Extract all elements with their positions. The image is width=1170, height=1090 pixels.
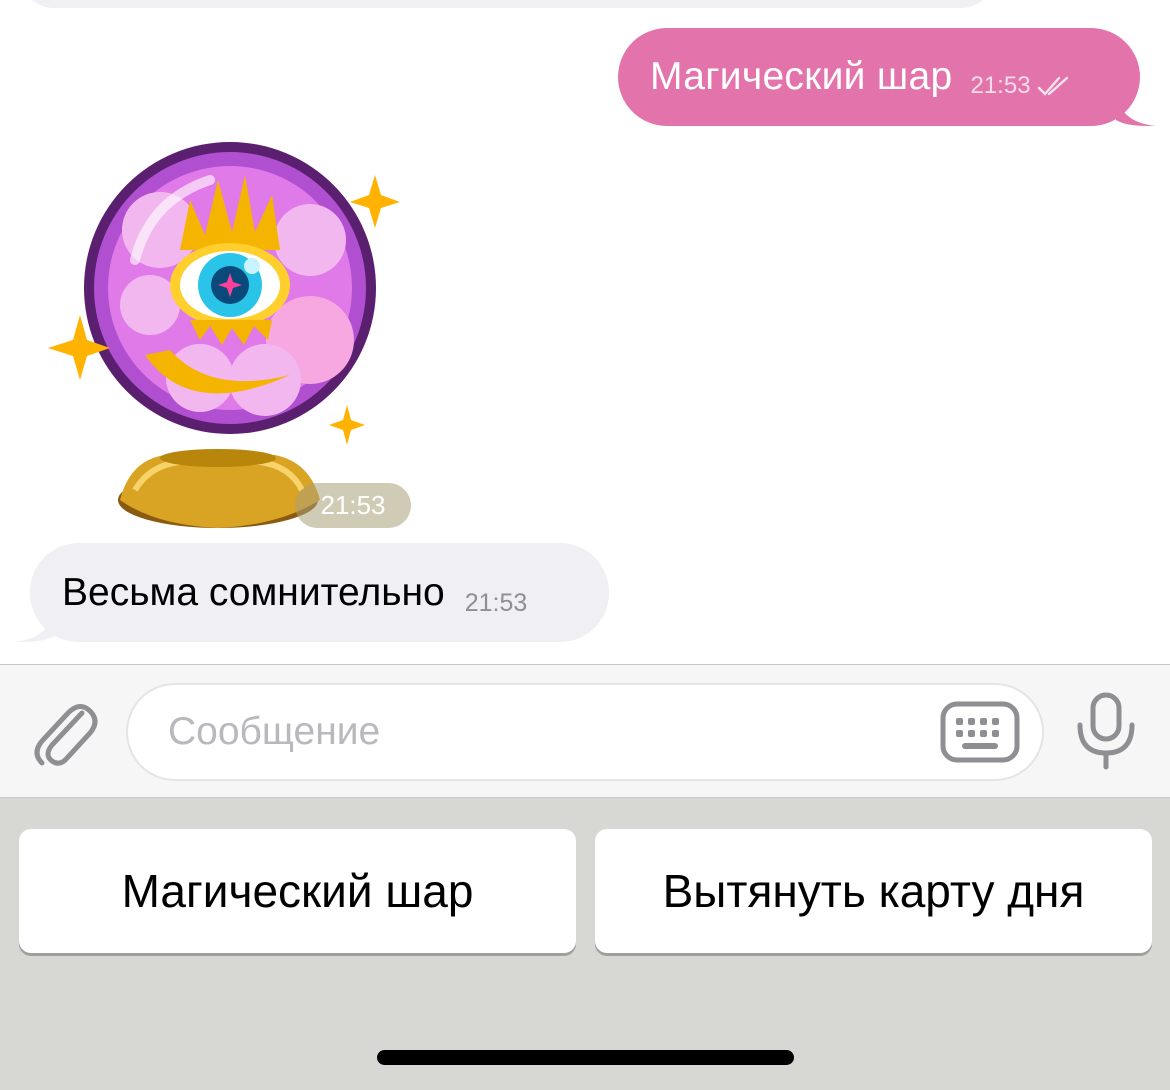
outgoing-message-time: 21:53 [970, 72, 1031, 99]
keyboard-button-magic-ball[interactable]: Магический шар [19, 829, 576, 953]
previous-message-bubble [20, 0, 995, 8]
message-composer [0, 664, 1170, 798]
read-double-check-icon [1037, 76, 1068, 96]
paperclip-icon[interactable] [30, 695, 98, 769]
incoming-message-time: 21:53 [464, 589, 528, 617]
bubble-tail [14, 612, 54, 642]
message-input-field[interactable] [126, 683, 1044, 781]
home-indicator [377, 1050, 794, 1065]
incoming-message-bubble[interactable]: Весьма сомнительно 21:53 [14, 543, 609, 642]
sticker-time: 21:53 [295, 483, 411, 528]
outgoing-message-bubble[interactable]: Магический шар 21:53 [618, 28, 1156, 126]
outgoing-message-text: Магический шар [650, 55, 953, 98]
keyboard-button-draw-card[interactable]: Вытянуть карту дня [595, 829, 1152, 953]
message-input[interactable] [166, 709, 910, 755]
chat-area: Магический шар 21:53 21:53 Весьма сомнит… [0, 0, 1170, 664]
outgoing-message-meta: 21:53 [970, 72, 1070, 100]
keyboard-icon[interactable] [940, 701, 1020, 763]
bot-reply-keyboard: Магический шар Вытянуть карту дня [0, 798, 1170, 1090]
magic-crystal-ball-sticker[interactable] [40, 140, 410, 535]
bubble-tail [1116, 96, 1156, 126]
incoming-message-text: Весьма сомнительно [62, 570, 445, 614]
microphone-icon[interactable] [1074, 691, 1138, 771]
